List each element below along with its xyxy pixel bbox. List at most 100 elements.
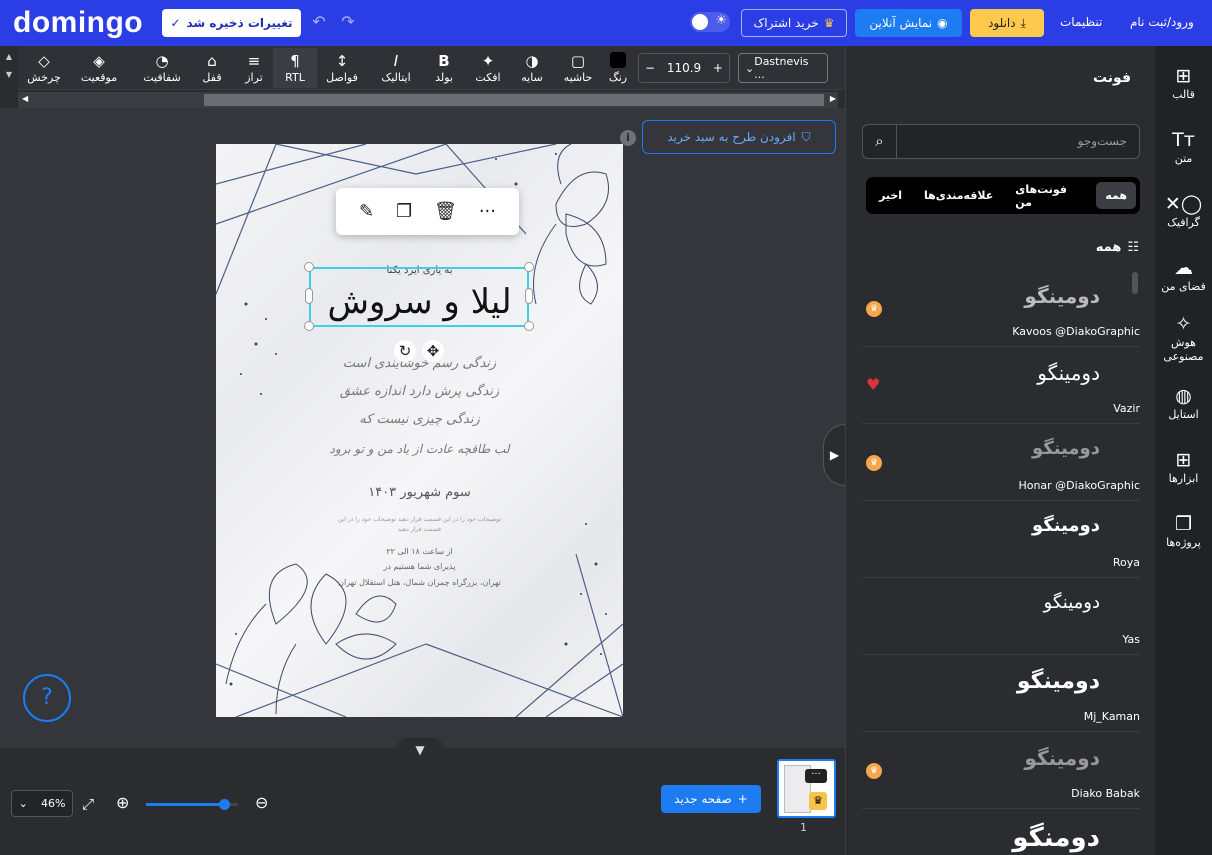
tool-align[interactable]: ≡ تراز (232, 48, 276, 88)
edit-icon[interactable]: ✎ (359, 201, 374, 222)
font-list-item[interactable]: دومینگو Roya (862, 501, 1140, 578)
theme-toggle[interactable]: ☀ (690, 12, 730, 32)
font-list-scrollbar[interactable] (1132, 272, 1138, 294)
tool-color[interactable]: رنگ (596, 48, 640, 88)
undo-icon[interactable]: ↶ (309, 12, 329, 32)
zoom-in-icon[interactable]: ⊕ (116, 793, 129, 812)
heart-icon[interactable]: ♥ (866, 375, 880, 394)
scroll-right-icon[interactable]: ▶ (830, 94, 836, 103)
search-icon[interactable]: ⌕ (863, 125, 897, 158)
font-list-item[interactable]: دومینگو Honar @DiakoGraphic ♛ (862, 424, 1140, 501)
selection-box[interactable] (309, 267, 529, 327)
toolbar-scrollbar[interactable]: ◀ ▶ (18, 92, 838, 108)
resize-handle[interactable] (305, 288, 313, 304)
more-icon[interactable]: ··· (479, 201, 496, 222)
tab-my-fonts[interactable]: فونت‌های من (1006, 176, 1092, 216)
scrollbar-thumb[interactable] (204, 94, 824, 106)
login-link[interactable]: ورود/ثبت نام (1130, 15, 1194, 29)
redo-icon[interactable]: ↷ (338, 12, 358, 32)
font-size-stepper[interactable]: − 110.9 + (638, 53, 730, 83)
premium-badge-icon: ♛ (866, 763, 882, 779)
text-icon: Tт (1172, 129, 1195, 151)
rotate-handle-icon[interactable]: ↻ (394, 340, 416, 362)
logo[interactable]: domingo (13, 6, 143, 40)
tool-rotate[interactable]: ◇ چرخش (22, 48, 66, 88)
font-list-item[interactable]: دومینگو Vazir ♥ (862, 347, 1140, 424)
zoom-select[interactable]: ⌄ 46% (11, 790, 73, 817)
trash-icon[interactable]: 🗑 (434, 201, 457, 222)
help-button[interactable]: ? (23, 674, 71, 722)
resize-handle[interactable] (524, 262, 534, 272)
resize-handle[interactable] (304, 262, 314, 272)
add-to-cart-button[interactable]: افزودن طرح به سبد خرید ⛉ (642, 120, 836, 154)
poem-line[interactable]: زندگی رسم خوشایندی است (216, 356, 623, 371)
resize-handle[interactable] (524, 321, 534, 331)
zoom-slider[interactable] (146, 799, 238, 810)
collapse-panel-button[interactable]: ▶ (823, 424, 845, 486)
font-sample: دومینگو (1037, 361, 1100, 385)
search-input[interactable]: جست‌وجو (1078, 134, 1127, 148)
rail-item-ai[interactable]: ✧ هوش مصنوعی (1155, 312, 1212, 364)
settings-link[interactable]: تنظیمات (1060, 15, 1102, 29)
move-handle-icon[interactable]: ✥ (422, 340, 444, 362)
save-status-button[interactable]: ✓ تغییرات ذخیره شد (162, 9, 301, 37)
tool-position[interactable]: ◈ موقعیت (77, 48, 121, 88)
plus-icon[interactable]: + (713, 61, 723, 75)
font-list-item[interactable]: دومینگو Yas (862, 578, 1140, 655)
fullscreen-icon[interactable]: ⤢ (82, 795, 94, 813)
sun-icon: ☀ (715, 13, 727, 28)
rail-item-templates[interactable]: ⊞ قالب (1155, 64, 1212, 102)
tool-opacity[interactable]: ◔ شفافیت (140, 48, 184, 88)
font-list-item[interactable]: دومنگو (862, 809, 1140, 855)
invite-desc[interactable]: توضیحات خود را در این قسمت قرار دهید توض… (216, 516, 623, 523)
download-button[interactable]: دانلود ⤓ (970, 9, 1044, 37)
new-page-button[interactable]: صفحه جدید + (661, 785, 761, 813)
rail-item-graphics[interactable]: ✕◯ گرافیک (1155, 192, 1212, 230)
invite-time[interactable]: از ساعت ۱۸ الی ۲۲ (216, 547, 623, 556)
tool-spacing[interactable]: ↕ فواصل (320, 48, 364, 88)
tool-lock[interactable]: ⌂ قفل (190, 48, 234, 88)
tool-effect[interactable]: ✦ افکت (466, 48, 510, 88)
tool-shadow[interactable]: ◑ سایه (510, 48, 554, 88)
subscribe-button[interactable]: خرید اشتراک ♛ (741, 9, 847, 37)
font-size-value[interactable]: 110.9 (667, 61, 701, 75)
tab-favorites[interactable]: علاقه‌مندی‌ها (915, 182, 1002, 209)
online-preview-button[interactable]: نمایش آنلاین ◉ (855, 9, 962, 37)
font-family-select[interactable]: ⌄ Dastnevis ... (738, 53, 828, 83)
collapse-pages-button[interactable]: ▼ (396, 738, 444, 762)
resize-handle[interactable] (525, 288, 533, 304)
tool-italic[interactable]: I ایتالیک (374, 48, 418, 88)
invite-waiting[interactable]: پذیرای شما هستیم در (216, 562, 623, 571)
invite-desc[interactable]: قسمت قرار دهید (216, 526, 623, 533)
tab-recent[interactable]: اخیر (870, 182, 911, 209)
font-list-item[interactable]: دومینگو Mj_Kaman (862, 655, 1140, 732)
zoom-out-icon[interactable]: ⊖ (255, 793, 268, 812)
rail-item-text[interactable]: Tт متن (1155, 128, 1212, 166)
tool-bold[interactable]: B بولد (422, 48, 466, 88)
poem-line[interactable]: زندگی پرش دارد اندازه عشق (216, 384, 623, 399)
rail-item-style[interactable]: ◍ استایل (1155, 384, 1212, 422)
rtl-icon: ¶ (290, 52, 300, 70)
tool-stroke[interactable]: ▢ حاشیه (556, 48, 600, 88)
poem-line[interactable]: زندگی چیزی نیست که (216, 412, 623, 427)
font-list-item[interactable]: دومینگو Kavoos @DiakoGraphic ♛ (862, 270, 1140, 347)
toolbar-scroll-arrows[interactable]: ▲ ▼ (0, 46, 18, 90)
minus-icon[interactable]: − (645, 61, 655, 75)
resize-handle[interactable] (304, 321, 314, 331)
page-thumbnail[interactable]: ··· ♛ (777, 759, 836, 818)
font-sample: دومینگو (1024, 746, 1100, 770)
invite-date[interactable]: سوم شهریور ۱۴۰۳ (216, 485, 623, 500)
poem-line[interactable]: لب طاقچه عادت از یاد من و تو برود (216, 442, 623, 456)
more-icon[interactable]: ··· (805, 769, 827, 783)
scroll-left-icon[interactable]: ◀ (22, 94, 28, 103)
invite-venue[interactable]: تهران، بزرگراه چمران شمال، هتل استقلال ت… (216, 578, 623, 587)
stroke-icon: ▢ (570, 52, 586, 70)
font-list-item[interactable]: دومینگو Diako Babak ♛ (862, 732, 1140, 809)
rail-item-uploads[interactable]: ☁ فضای من (1155, 256, 1212, 294)
font-search[interactable]: ⌕ جست‌وجو (862, 124, 1140, 159)
rail-item-projects[interactable]: ❐ پروژه‌ها (1155, 512, 1212, 550)
rail-item-tools[interactable]: ⊞ ابزارها (1155, 448, 1212, 486)
tab-all[interactable]: همه (1096, 182, 1136, 209)
tool-rtl[interactable]: ¶ RTL (273, 48, 317, 88)
duplicate-icon[interactable]: ❐ (396, 201, 412, 222)
